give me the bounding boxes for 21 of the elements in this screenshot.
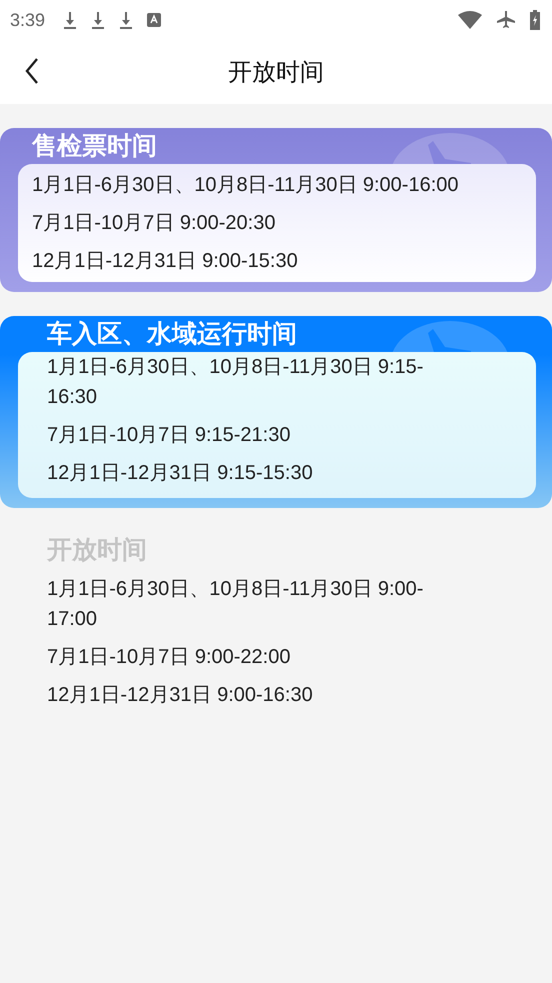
download-icon bbox=[119, 11, 134, 29]
status-time: 3:39 bbox=[10, 10, 46, 30]
wifi-icon bbox=[458, 11, 482, 29]
download-icon bbox=[91, 11, 106, 29]
section-title: 车入区、水域运行时间 bbox=[46, 319, 297, 350]
keyboard-icon bbox=[147, 13, 162, 27]
time-range-text: 7月1日-10月7日 9:00-20:30 bbox=[32, 211, 276, 236]
time-range-text: 7月1日-10月7日 9:15-21:30 bbox=[47, 423, 292, 448]
page-title: 开放时间 bbox=[228, 58, 324, 88]
section-title: 售检票时间 bbox=[30, 131, 157, 162]
download-icon bbox=[63, 11, 78, 29]
time-range-text: 1月1日-6月30日、10月8日-11月30日 9:00-17:00 bbox=[47, 577, 424, 632]
back-icon[interactable] bbox=[25, 58, 39, 84]
time-range-text: 1月1日-6月30日、10月8日-11月30日 9:00-16:00 bbox=[32, 173, 460, 198]
time-range-text: 12月1日-12月31日 9:00-16:30 bbox=[47, 683, 314, 708]
airplane-icon bbox=[496, 10, 516, 30]
battery-icon bbox=[530, 10, 540, 30]
time-range-text: 12月1日-12月31日 9:15-15:30 bbox=[47, 461, 314, 486]
time-range-text: 12月1日-12月31日 9:00-15:30 bbox=[32, 249, 299, 274]
time-range-text: 1月1日-6月30日、10月8日-11月30日 9:15-16:30 bbox=[47, 355, 424, 410]
time-range-text: 7月1日-10月7日 9:00-22:00 bbox=[47, 645, 292, 670]
